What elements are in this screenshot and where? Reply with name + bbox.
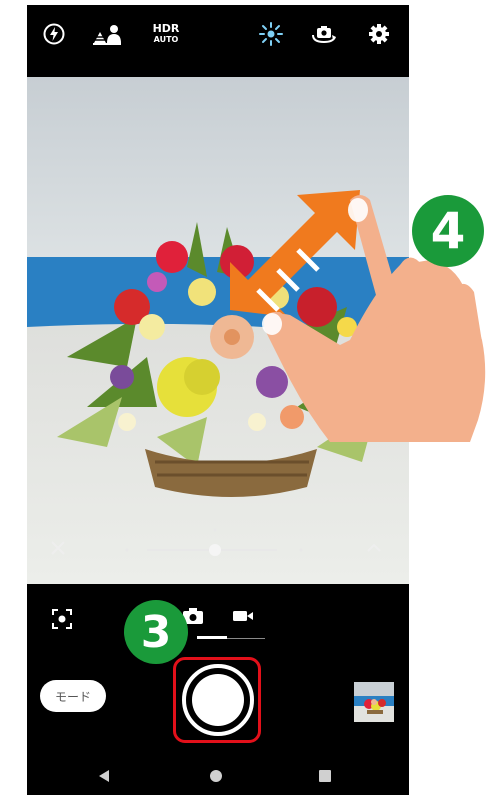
camera-top-bar: HDR AUTO — [27, 5, 409, 77]
gear-icon[interactable] — [366, 21, 392, 47]
step-badge-3: 3 — [124, 600, 188, 664]
recents-icon[interactable] — [318, 769, 332, 783]
zoom-slider-thumb[interactable] — [209, 544, 221, 556]
close-icon[interactable] — [49, 539, 67, 557]
hdr-label: HDR — [152, 22, 180, 35]
shutter-inner — [192, 674, 244, 726]
mode-button[interactable]: モード — [40, 680, 106, 712]
brightness-icon[interactable] — [258, 21, 284, 47]
system-nav-bar — [27, 757, 409, 795]
switch-camera-icon[interactable] — [309, 21, 339, 47]
lens-icon[interactable] — [51, 608, 73, 630]
zoom-slider[interactable] — [117, 525, 307, 565]
back-icon[interactable] — [97, 769, 111, 783]
swipe-arrow-icon — [230, 190, 360, 317]
step-badge-4: 4 — [412, 195, 484, 267]
scene-mode-icon[interactable] — [91, 21, 123, 47]
last-photo-thumbnail[interactable] — [354, 682, 394, 722]
hdr-mode-label: AUTO — [153, 35, 179, 44]
flash-auto-icon[interactable] — [41, 21, 67, 47]
home-icon[interactable] — [209, 769, 223, 783]
video-icon[interactable] — [232, 607, 254, 625]
mode-tab-indicator — [197, 636, 227, 639]
thumbnail-image — [354, 682, 394, 722]
hdr-auto-toggle[interactable]: HDR AUTO — [146, 23, 186, 47]
chevron-up-icon[interactable] — [365, 539, 383, 557]
shutter-button[interactable] — [182, 664, 254, 736]
